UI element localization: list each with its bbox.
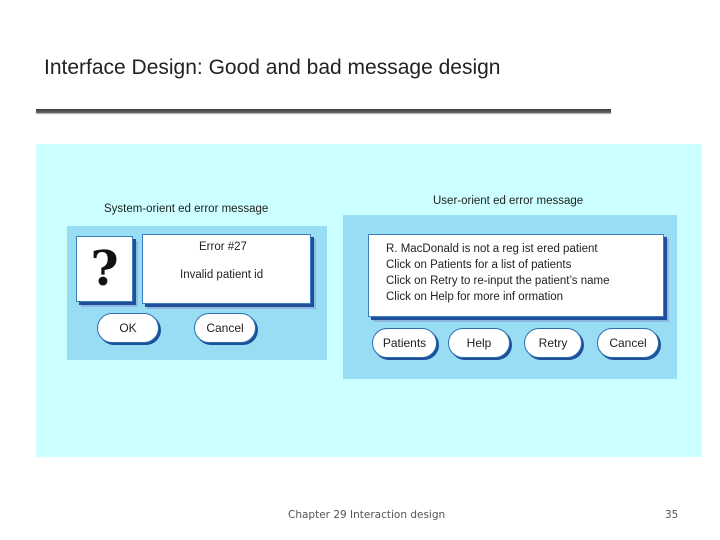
footer-chapter: Chapter 29 Interaction design: [288, 509, 446, 521]
cancel-button[interactable]: Cancel: [597, 328, 659, 358]
message-line-3: Click on Retry to re-input the patient’s…: [386, 275, 610, 287]
error-window: Error #27 Invalid patient id: [142, 234, 311, 304]
title-underline: [36, 109, 611, 113]
ok-button[interactable]: OK: [97, 313, 159, 343]
page-number: 35: [665, 509, 679, 521]
user-panel-caption: User-orient ed error message: [433, 195, 584, 207]
patients-button[interactable]: Patients: [372, 328, 437, 358]
error-title: Error #27: [199, 241, 247, 253]
question-mark-icon: ?: [90, 241, 119, 297]
retry-button[interactable]: Retry: [524, 328, 582, 358]
slide-title: Interface Design: Good and bad message d…: [44, 56, 501, 79]
system-oriented-panel: ? Error #27 Invalid patient id OK Cancel: [67, 226, 327, 360]
message-line-4: Click on Help for more inf ormation: [386, 291, 564, 303]
message-line-1: R. MacDonald is not a reg ist ered patie…: [386, 243, 598, 255]
system-panel-caption: System-orient ed error message: [104, 203, 269, 215]
error-text: Invalid patient id: [180, 269, 264, 281]
help-button[interactable]: Help: [448, 328, 510, 358]
message-line-2: Click on Patients for a list of patients: [386, 259, 572, 271]
user-oriented-panel: R. MacDonald is not a reg ist ered patie…: [343, 215, 677, 379]
icon-window: ?: [76, 236, 133, 302]
message-window: R. MacDonald is not a reg ist ered patie…: [368, 234, 664, 317]
message-design-diagram: System-orient ed error message ? Error #…: [36, 144, 702, 457]
cancel-button[interactable]: Cancel: [194, 313, 256, 343]
